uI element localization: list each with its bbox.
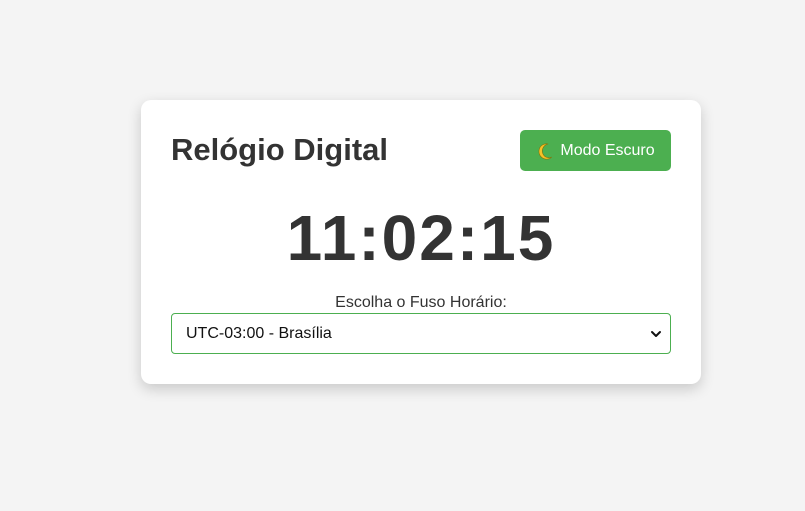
moon-icon bbox=[539, 143, 553, 159]
clock-card: Relógio Digital Modo Escuro 11:02:15 Esc… bbox=[141, 100, 701, 384]
timezone-selected-value: UTC-03:00 - Brasília bbox=[186, 324, 332, 342]
timezone-label: Escolha o Fuso Horário: bbox=[335, 294, 507, 311]
page-title: Relógio Digital bbox=[171, 132, 388, 167]
clock-display: 11:02:15 bbox=[286, 202, 556, 274]
chevron-down-icon bbox=[651, 330, 661, 337]
dark-mode-button[interactable]: Modo Escuro bbox=[520, 130, 671, 171]
timezone-select[interactable]: UTC-03:00 - Brasília bbox=[171, 313, 671, 354]
dark-mode-label: Modo Escuro bbox=[560, 141, 655, 159]
